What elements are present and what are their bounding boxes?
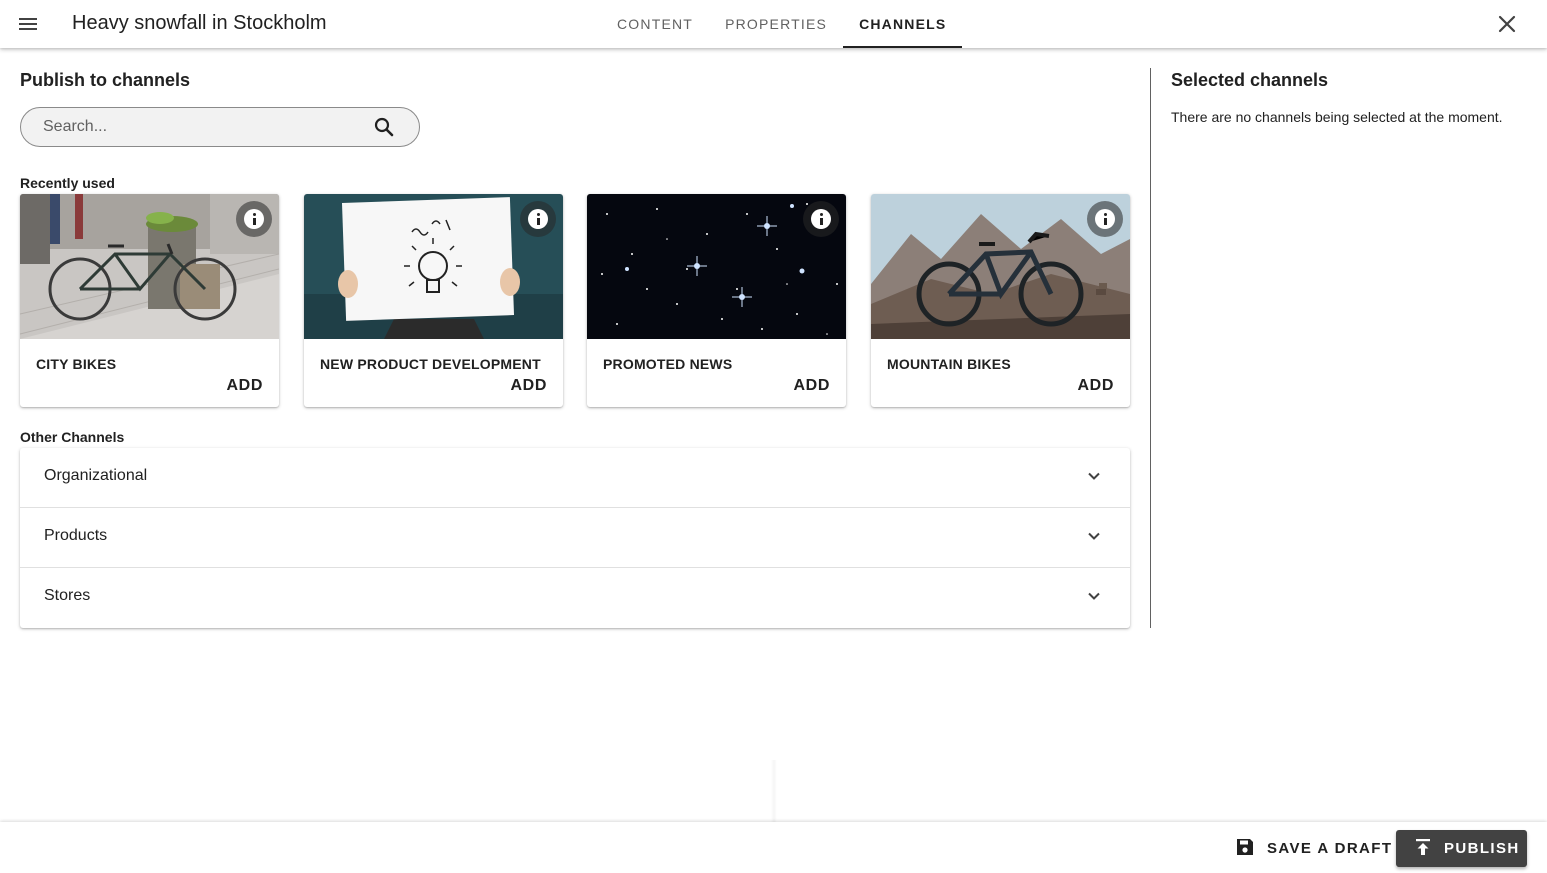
card-title: PROMOTED NEWS [603,356,733,372]
selected-channels-title: Selected channels [1171,70,1329,90]
channel-group-organizational[interactable]: Organizational [20,448,1130,508]
chevron-down-icon [1084,586,1104,606]
info-icon[interactable] [1087,201,1123,237]
divider [771,760,777,822]
info-icon[interactable] [520,201,556,237]
channel-group-label: Stores [44,587,91,604]
channel-card-city-bikes: CITY BIKES ADD [20,194,279,407]
channel-group-label: Organizational [44,467,148,484]
add-city-bikes-button[interactable]: ADD [225,375,265,397]
publish-section-title: Publish to channels [20,70,191,90]
add-mountain-bikes-button[interactable]: ADD [1076,375,1116,397]
card-title: NEW PRODUCT DEVELOPMENT [320,356,541,372]
search-field [20,107,420,147]
tab-channels[interactable]: CHANNELS [843,0,963,48]
tab-content[interactable]: CONTENT [601,0,709,48]
search-icon[interactable] [373,116,395,138]
channel-group-stores[interactable]: Stores [20,568,1130,628]
save-draft-label: SAVE A DRAFT [1267,839,1393,857]
recent-channels: CITY BIKES ADD NEW PRODUCT DEVELOPMENT A… [20,194,1130,407]
document-title: Heavy snowfall in Stockholm [72,12,327,34]
channel-card-new-product-development: NEW PRODUCT DEVELOPMENT ADD [304,194,563,407]
card-title: CITY BIKES [36,356,117,372]
floppy-disk-icon [1235,837,1255,860]
chevron-down-icon [1084,526,1104,546]
top-bar: Heavy snowfall in Stockholm CONTENT PROP… [0,0,1547,48]
info-icon[interactable] [803,201,839,237]
search-input[interactable] [43,108,373,146]
add-new-product-development-button[interactable]: ADD [509,375,549,397]
publish-button[interactable]: PUBLISH [1396,830,1527,867]
menu-icon[interactable] [14,10,42,38]
channel-card-promoted-news: PROMOTED NEWS ADD [587,194,846,407]
card-title: MOUNTAIN BIKES [887,356,1011,372]
channel-group-products[interactable]: Products [20,508,1130,568]
chevron-down-icon [1084,466,1104,486]
bottom-action-bar: SAVE A DRAFT PUBLISH [0,822,1547,873]
tab-properties[interactable]: PROPERTIES [709,0,843,48]
info-icon[interactable] [236,201,272,237]
other-channels-accordion: Organizational Products Stores [20,448,1130,628]
channel-group-label: Products [44,527,108,544]
other-channels-label: Other Channels [20,429,125,445]
tab-bar: CONTENT PROPERTIES CHANNELS [601,0,963,48]
upload-arrow-icon [1414,838,1432,859]
panel-divider [1150,68,1151,628]
empty-selection-message: There are no channels being selected at … [1171,109,1503,125]
publish-label: PUBLISH [1444,840,1520,857]
add-promoted-news-button[interactable]: ADD [792,375,832,397]
save-draft-button[interactable]: SAVE A DRAFT [1227,831,1400,865]
close-icon[interactable] [1494,11,1520,37]
recently-used-label: Recently used [20,175,115,191]
channel-card-mountain-bikes: MOUNTAIN BIKES ADD [871,194,1130,407]
